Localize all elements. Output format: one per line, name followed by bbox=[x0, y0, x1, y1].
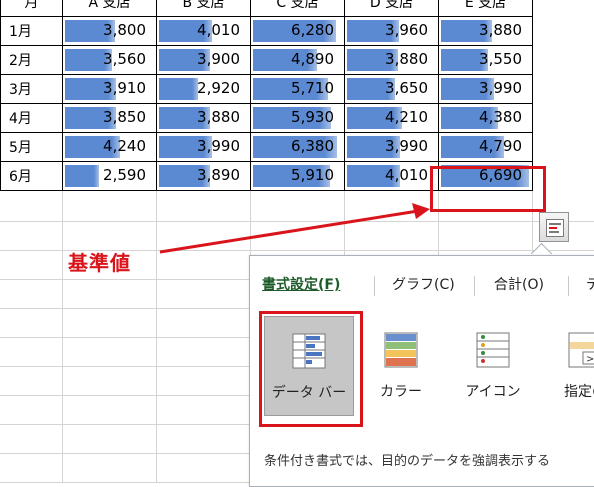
header-branch-c[interactable]: C 支店 bbox=[250, 0, 345, 17]
data-cell[interactable]: 3,560 bbox=[62, 45, 157, 75]
data-cell[interactable]: 4,010 bbox=[344, 161, 439, 191]
cell-value: 6,380 bbox=[291, 137, 334, 155]
data-cell[interactable]: 3,900 bbox=[156, 45, 251, 75]
tab-tables[interactable]: テ bbox=[586, 274, 594, 294]
data-bar bbox=[65, 165, 100, 187]
cell-value: 4,240 bbox=[103, 137, 146, 155]
cell-value: 3,850 bbox=[103, 108, 146, 126]
data-cell[interactable]: 3,650 bbox=[344, 74, 439, 104]
data-cell[interactable]: 3,960 bbox=[344, 16, 439, 46]
cell-value: 3,900 bbox=[197, 50, 240, 68]
cell-value: 2,590 bbox=[103, 166, 146, 184]
row-label[interactable]: 5月 bbox=[0, 132, 63, 162]
data-cell[interactable]: 2,920 bbox=[156, 74, 251, 104]
cell-value: 3,990 bbox=[385, 137, 428, 155]
data-cell[interactable]: 4,010 bbox=[156, 16, 251, 46]
header-branch-d[interactable]: D 支店 bbox=[344, 0, 439, 17]
data-cell[interactable]: 3,990 bbox=[438, 74, 533, 104]
cell-value: 3,910 bbox=[103, 79, 146, 97]
data-cell[interactable]: 3,880 bbox=[438, 16, 533, 46]
option-color-scale[interactable]: カラー bbox=[356, 316, 446, 416]
cell-value: 3,890 bbox=[197, 166, 240, 184]
data-cell[interactable]: 3,910 bbox=[62, 74, 157, 104]
cell-value: 3,880 bbox=[479, 21, 522, 39]
cell-value: 4,380 bbox=[479, 108, 522, 126]
data-cell[interactable]: 3,800 bbox=[62, 16, 157, 46]
cell-value: 4,790 bbox=[479, 137, 522, 155]
data-bar-highlight-box bbox=[259, 311, 363, 427]
data-cell[interactable]: 5,710 bbox=[250, 74, 345, 104]
option-icon-set[interactable]: アイコン bbox=[448, 316, 538, 416]
data-bar bbox=[159, 78, 198, 100]
data-cell[interactable]: 3,890 bbox=[156, 161, 251, 191]
svg-text:>: > bbox=[586, 354, 594, 365]
data-cell[interactable]: 6,380 bbox=[250, 132, 345, 162]
data-cell[interactable]: 3,990 bbox=[156, 132, 251, 162]
data-cell[interactable]: 3,850 bbox=[62, 103, 157, 133]
data-cell[interactable]: 3,990 bbox=[344, 132, 439, 162]
data-cell[interactable]: 4,790 bbox=[438, 132, 533, 162]
color-scale-icon bbox=[384, 332, 418, 368]
row-label[interactable]: 6月 bbox=[0, 161, 63, 191]
cell-value: 4,010 bbox=[197, 21, 240, 39]
cell-value: 5,910 bbox=[291, 166, 334, 184]
row-label[interactable]: 2月 bbox=[0, 45, 63, 75]
data-cell[interactable]: 3,550 bbox=[438, 45, 533, 75]
cell-value: 3,560 bbox=[103, 50, 146, 68]
row-label[interactable]: 1月 bbox=[0, 16, 63, 46]
data-cell[interactable]: 3,880 bbox=[344, 45, 439, 75]
table-row: 4月 3,850 3,880 5,930 4,210 4,380 bbox=[0, 103, 533, 133]
tab-formatting[interactable]: 書式設定(F) bbox=[262, 274, 340, 294]
cell-value: 3,800 bbox=[103, 21, 146, 39]
cell-value: 5,710 bbox=[291, 79, 334, 97]
cell-value: 4,010 bbox=[385, 166, 428, 184]
header-branch-b[interactable]: B 支店 bbox=[156, 0, 251, 17]
data-cell[interactable]: 4,380 bbox=[438, 103, 533, 133]
quick-analysis-icon[interactable] bbox=[539, 212, 569, 242]
table-row: 1月 3,800 4,010 6,280 3,960 3,880 bbox=[0, 16, 533, 46]
row-label[interactable]: 3月 bbox=[0, 74, 63, 104]
baseline-highlight-box bbox=[430, 166, 546, 212]
tab-totals[interactable]: 合計(O) bbox=[494, 274, 544, 294]
data-cell[interactable]: 5,930 bbox=[250, 103, 345, 133]
option-greater-than[interactable]: > 指定の bbox=[540, 316, 594, 416]
data-cell[interactable]: 4,890 bbox=[250, 45, 345, 75]
header-branch-e[interactable]: E 支店 bbox=[438, 0, 533, 17]
table-row: 2月 3,560 3,900 4,890 3,880 3,550 bbox=[0, 45, 533, 75]
header-month[interactable]: 月 bbox=[0, 0, 63, 17]
table-row: 5月 4,240 3,990 6,380 3,990 4,790 bbox=[0, 132, 533, 162]
row-label[interactable]: 4月 bbox=[0, 103, 63, 133]
data-cell[interactable]: 6,280 bbox=[250, 16, 345, 46]
cell-value: 3,880 bbox=[197, 108, 240, 126]
option-label: 指定の bbox=[564, 384, 594, 400]
header-row: 月 A 支店 B 支店 C 支店 D 支店 E 支店 bbox=[0, 0, 533, 17]
baseline-label: 基準値 bbox=[68, 251, 131, 275]
cell-value: 3,960 bbox=[385, 21, 428, 39]
cell-value: 5,930 bbox=[291, 108, 334, 126]
option-label: アイコン bbox=[465, 384, 521, 400]
data-cell[interactable]: 3,880 bbox=[156, 103, 251, 133]
cell-value: 3,990 bbox=[479, 79, 522, 97]
data-cell[interactable]: 5,910 bbox=[250, 161, 345, 191]
cell-value: 4,210 bbox=[385, 108, 428, 126]
option-label: カラー bbox=[380, 384, 422, 400]
panel-description: 条件付き書式では、目的のデータを強調表示する bbox=[264, 454, 551, 469]
icon-set-icon bbox=[476, 332, 510, 368]
cell-value: 3,650 bbox=[385, 79, 428, 97]
cell-value: 6,280 bbox=[291, 21, 334, 39]
cell-value: 3,880 bbox=[385, 50, 428, 68]
table-row: 3月 3,910 2,920 5,710 3,650 3,990 bbox=[0, 74, 533, 104]
greater-than-icon: > bbox=[568, 332, 594, 368]
tab-charts[interactable]: グラフ(C) bbox=[392, 274, 455, 294]
data-cell[interactable]: 4,240 bbox=[62, 132, 157, 162]
cell-value: 2,920 bbox=[197, 79, 240, 97]
cell-value: 4,890 bbox=[291, 50, 334, 68]
data-cell[interactable]: 2,590 bbox=[62, 161, 157, 191]
header-branch-a[interactable]: A 支店 bbox=[62, 0, 157, 17]
cell-value: 3,550 bbox=[479, 50, 522, 68]
data-table: 月 A 支店 B 支店 C 支店 D 支店 E 支店 1月 3,800 4,010 6… bbox=[0, 0, 533, 191]
cell-value: 3,990 bbox=[197, 137, 240, 155]
data-cell[interactable]: 4,210 bbox=[344, 103, 439, 133]
